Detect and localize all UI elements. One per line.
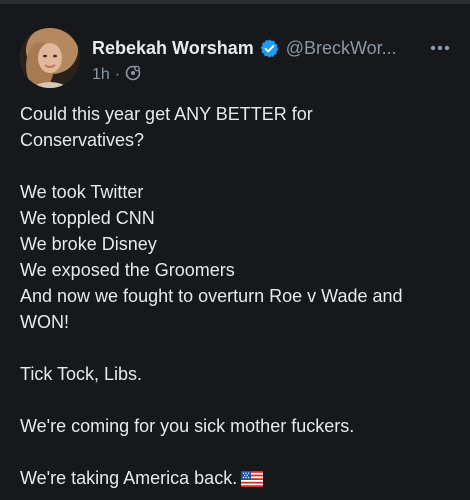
us-flag-icon: [241, 468, 264, 494]
tweet-line: We're coming for you sick mother fuckers…: [20, 416, 355, 436]
tweet-last-line: We're taking America back.: [20, 465, 450, 494]
meta-separator: ·: [114, 66, 121, 83]
tweet-line: We took Twitter: [20, 182, 144, 202]
author-handle[interactable]: @BreckWor...: [286, 38, 397, 59]
more-options-icon[interactable]: [428, 36, 452, 60]
tweet-line: Could this year get ANY BETTER for: [20, 104, 313, 124]
tweet-line: WON!: [20, 312, 69, 332]
tweet-line: [20, 387, 450, 413]
tweet-header: Rebekah Worsham @BreckWor...: [92, 36, 452, 60]
timestamp[interactable]: 1h: [92, 66, 110, 84]
tweet-line: We exposed the Groomers: [20, 260, 235, 280]
tweet-line: [20, 153, 450, 179]
tweet-line: And now we fought to overturn Roe v Wade…: [20, 286, 403, 306]
tweet-text: Could this year get ANY BETTER for Conse…: [20, 101, 450, 494]
tweet-line: We toppled CNN: [20, 208, 155, 228]
author-display-name[interactable]: Rebekah Worsham: [92, 38, 254, 59]
tweet-card[interactable]: Rebekah Worsham @BreckWor... 1h · Could …: [0, 4, 470, 500]
avatar[interactable]: [20, 28, 80, 88]
tweet-meta: 1h ·: [92, 64, 141, 86]
tweet-line: [20, 439, 450, 465]
verified-badge-icon: [259, 38, 280, 59]
tweet-line: Conservatives?: [20, 130, 145, 150]
tweet-line: [20, 335, 450, 361]
tweet-line: Tick Tock, Libs.: [20, 364, 143, 384]
tweet-line: We're taking America back.: [20, 468, 238, 488]
community-icon: [125, 65, 141, 86]
tweet-line: We broke Disney: [20, 234, 157, 254]
